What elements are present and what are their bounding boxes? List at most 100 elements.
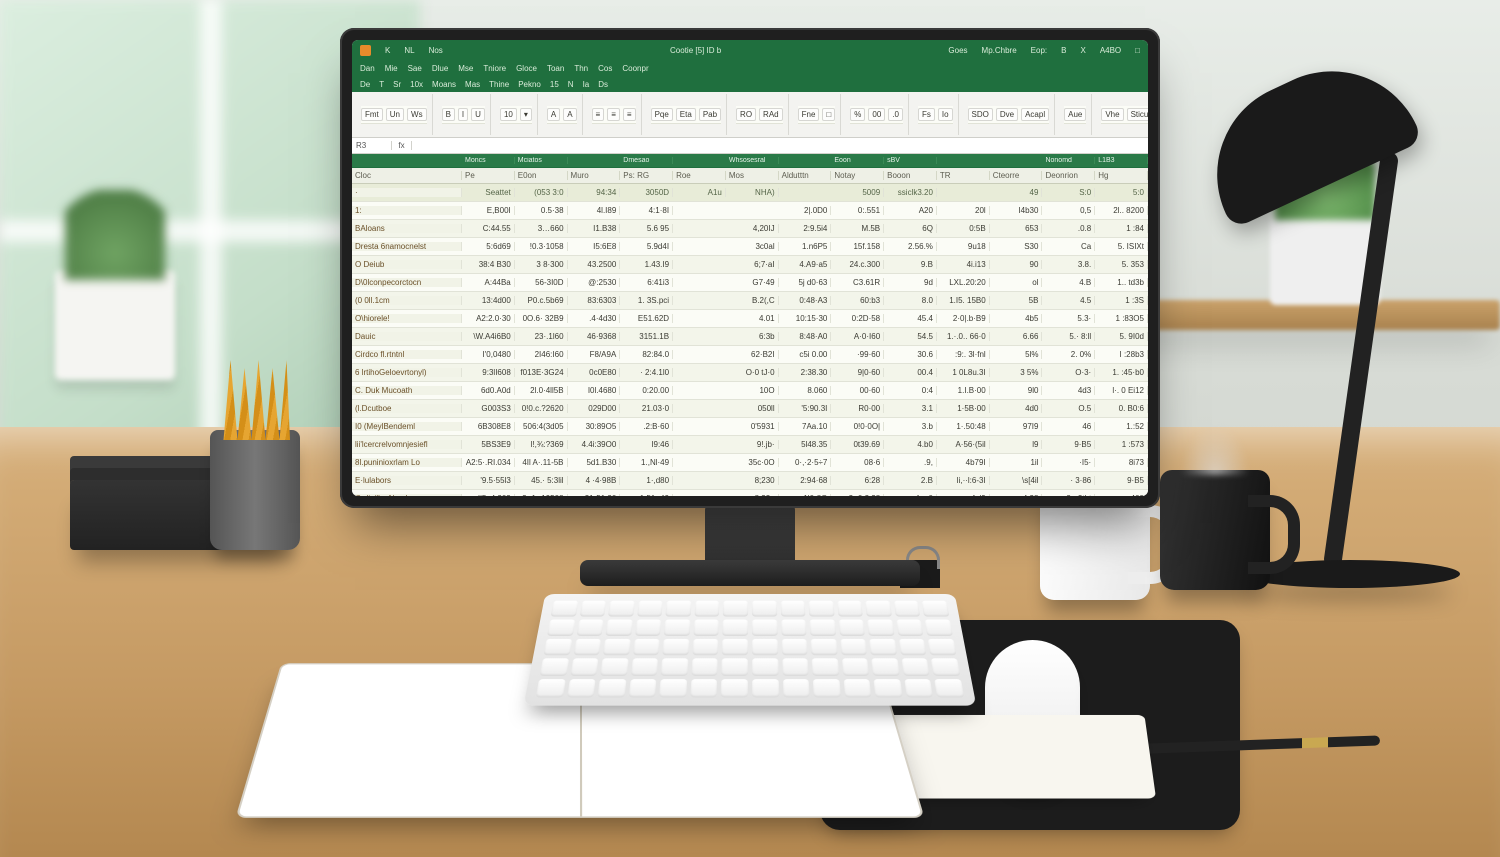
data-cell[interactable]: .0.8	[1042, 224, 1095, 233]
data-cell[interactable]: 5. 353	[1095, 260, 1148, 269]
menu-item[interactable]: Dan	[360, 64, 375, 73]
name-box[interactable]: R3	[352, 141, 392, 150]
data-cell[interactable]: 5.· 8:ll	[1042, 332, 1095, 341]
data-cell[interactable]: B.2(,C	[726, 296, 779, 305]
title-item[interactable]: NL	[404, 46, 414, 55]
data-cell[interactable]: 5.3·	[1042, 314, 1095, 323]
ribbon-tab[interactable]: Pekno	[518, 80, 541, 89]
data-cell[interactable]: 1.,Nl·49	[620, 458, 673, 467]
data-cell[interactable]: E51.62D	[620, 314, 673, 323]
ribbon-tab[interactable]: Mas	[465, 80, 480, 89]
row-label-cell[interactable]: I0 (MeylBendeml	[352, 422, 462, 431]
data-cell[interactable]: 82:84.0	[620, 350, 673, 359]
data-cell[interactable]: 1.n6P5	[779, 242, 832, 251]
column-header[interactable]: TR	[937, 171, 990, 180]
data-cell[interactable]: O.5	[1042, 404, 1095, 413]
data-cell[interactable]: 21.03·0	[620, 404, 673, 413]
row-label-cell[interactable]: lii'lcercrelvomnjesiefl	[352, 440, 462, 449]
data-cell[interactable]: LXL.20:20	[937, 278, 990, 287]
data-cell[interactable]: 4.A9·a5	[779, 260, 832, 269]
ribbon-button[interactable]: SDO	[968, 108, 993, 121]
ribbon-button[interactable]: RO	[736, 108, 756, 121]
title-item[interactable]: K	[385, 46, 390, 55]
data-cell[interactable]: G7·49	[726, 278, 779, 287]
data-cell[interactable]: I :28b3	[1095, 350, 1148, 359]
data-cell[interactable]: 0:4	[884, 386, 937, 395]
data-cell[interactable]: 45.4	[884, 314, 937, 323]
data-cell[interactable]: 3 5%	[990, 368, 1043, 377]
data-cell[interactable]: 1·,d80	[620, 476, 673, 485]
data-cell[interactable]: 9·B5	[1042, 440, 1095, 449]
data-cell[interactable]: 4.b0	[884, 440, 937, 449]
menu-item[interactable]: Sae	[408, 64, 422, 73]
data-cell[interactable]: 9l0	[990, 386, 1043, 395]
ribbon-button[interactable]: Vhe	[1101, 108, 1123, 121]
data-cell[interactable]: 4.5	[1042, 296, 1095, 305]
table-row[interactable]: O Deiub38:4 B303 8·30043.25001.43.I96;7·…	[352, 256, 1148, 274]
ribbon-button[interactable]: ≡	[623, 108, 636, 121]
data-cell[interactable]: 4.01	[726, 314, 779, 323]
ribbon-button[interactable]: Fs	[918, 108, 935, 121]
data-cell[interactable]: 4cl9	[937, 494, 990, 496]
data-cell[interactable]: · 3·86	[1042, 476, 1095, 485]
data-cell[interactable]: 5. ISIXt	[1095, 242, 1148, 251]
title-right[interactable]: A4BO	[1100, 46, 1121, 55]
data-cell[interactable]: li,··l:6-3I	[937, 476, 990, 485]
column-header[interactable]: Deonrion	[1042, 171, 1095, 180]
ribbon-button[interactable]: Acapl	[1021, 108, 1049, 121]
table-row[interactable]: (0 0ll.1cm13:4d00P0.c.5b6983:63031. 3S.p…	[352, 292, 1148, 310]
title-right[interactable]: B	[1061, 46, 1066, 55]
column-header[interactable]: Notay	[831, 171, 884, 180]
data-cell[interactable]: 0'5931	[726, 422, 779, 431]
data-cell[interactable]: 8:48·A0	[779, 332, 832, 341]
data-cell[interactable]: '5:90.3I	[779, 404, 832, 413]
row-label-cell[interactable]: 1:	[352, 206, 462, 215]
data-cell[interactable]: 1il	[990, 458, 1043, 467]
data-cell[interactable]: I9:46	[620, 440, 673, 449]
data-cell[interactable]: 4:1·8I	[620, 206, 673, 215]
ribbon-button[interactable]: Fmt	[361, 108, 383, 121]
data-cell[interactable]: 60:b3	[831, 296, 884, 305]
data-cell[interactable]: · 2:4.1l0	[620, 368, 673, 377]
ribbon-button[interactable]: A	[547, 108, 560, 121]
data-cell[interactable]: 5.6 95	[620, 224, 673, 233]
data-cell[interactable]: 8i73	[1095, 458, 1148, 467]
data-cell[interactable]: 1.·.0.. 66·0	[937, 332, 990, 341]
data-cell[interactable]: 1 :573	[1095, 440, 1148, 449]
row-label-cell[interactable]: Dresta 6namocnelst	[352, 242, 462, 251]
table-row[interactable]: Dresta 6namocnelst5:6d69!0.3·1058I5:6E85…	[352, 238, 1148, 256]
title-right[interactable]: Goes	[948, 46, 967, 55]
data-cell[interactable]: 5d1.B30	[568, 458, 621, 467]
data-cell[interactable]: 1 :84	[1095, 224, 1148, 233]
data-cell[interactable]: 2:9.5i4	[779, 224, 832, 233]
data-cell[interactable]: 5.9d4I	[620, 242, 673, 251]
ribbon-button[interactable]: □	[822, 108, 835, 121]
menu-item[interactable]: Toan	[547, 64, 564, 73]
ribbon-button[interactable]: Pab	[699, 108, 721, 121]
data-cell[interactable]: A·0·I60	[831, 332, 884, 341]
ribbon-button[interactable]: Sticule	[1127, 108, 1148, 121]
data-cell[interactable]: c5i 0.00	[779, 350, 832, 359]
row-label-cell[interactable]: (0 0ll.1cm	[352, 296, 462, 305]
data-cell[interactable]: 0c0E80	[568, 368, 621, 377]
column-header[interactable]: Pe	[462, 171, 515, 180]
data-cell[interactable]: \W.A4i6B0	[462, 332, 515, 341]
data-cell[interactable]: 4b5	[990, 314, 1043, 323]
table-row[interactable]: (l.DcutboeG003S30!0.c.?2620029D0021.03·0…	[352, 400, 1148, 418]
row-label-cell[interactable]: E·lulabors	[352, 476, 462, 485]
ribbon-button[interactable]: B	[442, 108, 455, 121]
data-cell[interactable]: !l5,.4.203	[462, 494, 515, 496]
menu-item[interactable]: Mse	[458, 64, 473, 73]
menu-item[interactable]: Tniore	[483, 64, 506, 73]
ribbon-tab[interactable]: N	[568, 80, 574, 89]
data-cell[interactable]: 43.2500	[568, 260, 621, 269]
data-cell[interactable]: 9.B	[884, 260, 937, 269]
table-row[interactable]: Cirdco fl.rtntnlI'0,04802I46:I60F8/A9A82…	[352, 346, 1148, 364]
ribbon-button[interactable]: %	[850, 108, 865, 121]
data-cell[interactable]: A20	[884, 206, 937, 215]
ribbon-button[interactable]: U	[471, 108, 485, 121]
data-cell[interactable]: 0:2D·58	[831, 314, 884, 323]
data-cell[interactable]: 2. 0%	[1042, 350, 1095, 359]
table-row[interactable]: Dauic\W.A4i6B023·.1l6046·93683151.1B6:3b…	[352, 328, 1148, 346]
row-label-cell[interactable]: Cirdco fl.rtntnl	[352, 350, 462, 359]
